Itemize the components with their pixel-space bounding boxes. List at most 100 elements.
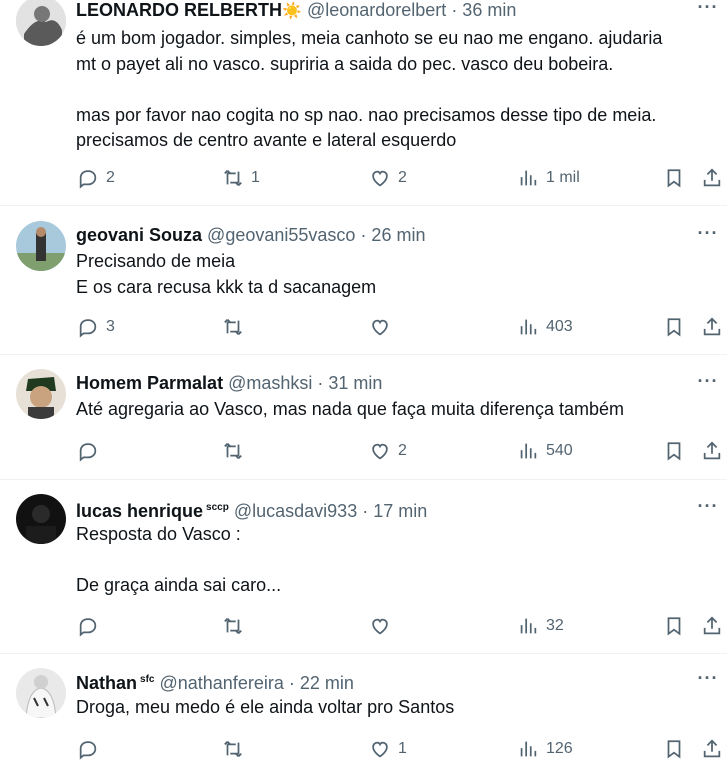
tweet-header: geovani Souza @geovani55vasco · 26 min	[76, 224, 677, 246]
tweet[interactable]: lucas henrique sccp @lucasdavi933 · 17 mi…	[0, 480, 727, 654]
timestamp[interactable]: · 36 min	[451, 0, 516, 20]
bookmark-button[interactable]	[663, 165, 685, 191]
bookmark-button[interactable]	[663, 613, 685, 639]
bookmark-button[interactable]	[663, 314, 685, 340]
like-button[interactable]: 1	[369, 736, 407, 762]
reply-icon	[79, 443, 97, 462]
author-name[interactable]: lucas henrique	[76, 501, 203, 521]
retweet-button[interactable]	[222, 438, 251, 464]
views-count: 32	[546, 617, 564, 634]
tweet-header: Nathan sfc @nathanfereira · 22 min	[76, 669, 677, 694]
timestamp[interactable]: · 26 min	[360, 225, 425, 245]
like-count: 2	[398, 442, 407, 459]
like-button[interactable]: 2	[369, 438, 407, 464]
bookmark-button[interactable]	[663, 438, 685, 464]
like-count: 2	[398, 169, 407, 186]
tweet[interactable]: geovani Souza @geovani55vasco · 26 min ·…	[0, 206, 727, 355]
like-icon	[372, 319, 388, 336]
more-icon[interactable]: ···	[697, 497, 719, 523]
timestamp[interactable]: · 22 min	[289, 673, 354, 693]
views-icon	[520, 319, 537, 335]
retweet-count: 1	[251, 169, 260, 186]
share-button[interactable]	[701, 314, 723, 340]
tweet-line: Droga, meu medo é ele ainda voltar pro S…	[76, 697, 455, 717]
avatar[interactable]	[16, 221, 66, 271]
retweet-button[interactable]: 1	[222, 165, 260, 191]
reply-button[interactable]	[77, 613, 106, 639]
retweet-button[interactable]	[222, 314, 251, 340]
views-button[interactable]: 540	[517, 438, 573, 464]
bookmark-button[interactable]	[663, 736, 685, 762]
more-icon[interactable]: ···	[697, 372, 719, 398]
tweet-line: Resposta do Vasco :	[76, 524, 241, 544]
views-button[interactable]: 1 mil	[517, 165, 580, 191]
reply-icon	[79, 319, 97, 338]
share-icon	[703, 616, 721, 635]
views-icon	[520, 443, 537, 459]
more-icon[interactable]: ···	[697, 0, 719, 24]
tweet-header: lucas henrique sccp @lucasdavi933 · 17 mi…	[76, 497, 677, 522]
share-button[interactable]	[701, 613, 723, 639]
avatar[interactable]	[16, 668, 66, 718]
views-button[interactable]: 126	[517, 736, 573, 762]
author-handle[interactable]: @geovani55vasco	[207, 225, 355, 245]
author-handle[interactable]: @mashksi	[228, 373, 312, 393]
author-handle[interactable]: @leonardorelbert	[307, 0, 446, 20]
author-name[interactable]: LEONARDO RELBERTH	[76, 0, 282, 20]
retweet-button[interactable]	[222, 613, 251, 639]
tweet-line: precisamos de centro avante e lateral es…	[76, 130, 457, 150]
tweet-text: Resposta do Vasco : De graça ainda sai c…	[76, 522, 707, 599]
views-button[interactable]: 32	[517, 613, 564, 639]
reply-count: 2	[106, 169, 115, 186]
like-icon	[372, 170, 388, 187]
bookmark-icon	[667, 617, 681, 636]
tweet-line	[76, 77, 707, 103]
tweet[interactable]: Nathan sfc @nathanfereira · 22 min ··· Dr…	[0, 654, 727, 768]
reply-button[interactable]: 2	[77, 165, 115, 191]
timestamp[interactable]: · 31 min	[317, 373, 382, 393]
like-button[interactable]	[369, 613, 398, 639]
views-button[interactable]: 403	[517, 314, 573, 340]
avatar[interactable]	[16, 494, 66, 544]
views-icon	[520, 618, 537, 634]
action-bar: 32	[0, 613, 727, 639]
reply-button[interactable]	[77, 736, 106, 762]
reply-icon	[79, 741, 97, 760]
author-name[interactable]: Homem Parmalat	[76, 373, 223, 393]
tweet-text: Droga, meu medo é ele ainda voltar pro S…	[76, 695, 707, 721]
tweet-header: LEONARDO RELBERTH☀️ @leonardorelbert · 3…	[76, 0, 677, 23]
reply-button[interactable]	[77, 438, 106, 464]
action-bar: 1 126	[0, 736, 727, 762]
avatar[interactable]	[16, 0, 66, 46]
views-count: 126	[546, 740, 573, 757]
tweet-line: De graça ainda sai caro...	[76, 575, 282, 595]
reply-button[interactable]: 3	[77, 314, 115, 340]
action-bar: 2 540	[0, 438, 727, 464]
tweet[interactable]: Homem Parmalat @mashksi · 31 min ··· Até…	[0, 355, 727, 480]
author-handle[interactable]: @nathanfereira	[159, 673, 283, 693]
share-button[interactable]	[701, 438, 723, 464]
more-icon[interactable]: ···	[697, 224, 719, 250]
more-icon[interactable]: ···	[697, 669, 719, 695]
tweet-line: mas por favor nao cogita no sp nao. nao …	[76, 104, 657, 125]
like-icon	[372, 741, 388, 758]
author-name[interactable]: Nathan	[76, 673, 137, 693]
retweet-icon	[224, 319, 242, 335]
like-count: 1	[398, 740, 407, 757]
action-bar: 3 403	[0, 314, 727, 340]
bookmark-icon	[667, 169, 681, 188]
reply-icon	[79, 618, 97, 637]
author-name[interactable]: geovani Souza	[76, 225, 202, 245]
views-icon	[520, 170, 537, 186]
like-button[interactable]	[369, 314, 398, 340]
like-button[interactable]: 2	[369, 165, 407, 191]
avatar[interactable]	[16, 369, 66, 419]
retweet-button[interactable]	[222, 736, 251, 762]
share-button[interactable]	[701, 736, 723, 762]
tweet-line: Precisando de meia	[76, 251, 236, 271]
share-icon	[703, 317, 721, 336]
timestamp[interactable]: · 17 min	[362, 501, 427, 521]
author-handle[interactable]: @lucasdavi933	[234, 501, 357, 521]
tweet[interactable]: LEONARDO RELBERTH☀️ @leonardorelbert · 3…	[0, 0, 727, 206]
share-button[interactable]	[701, 165, 723, 191]
